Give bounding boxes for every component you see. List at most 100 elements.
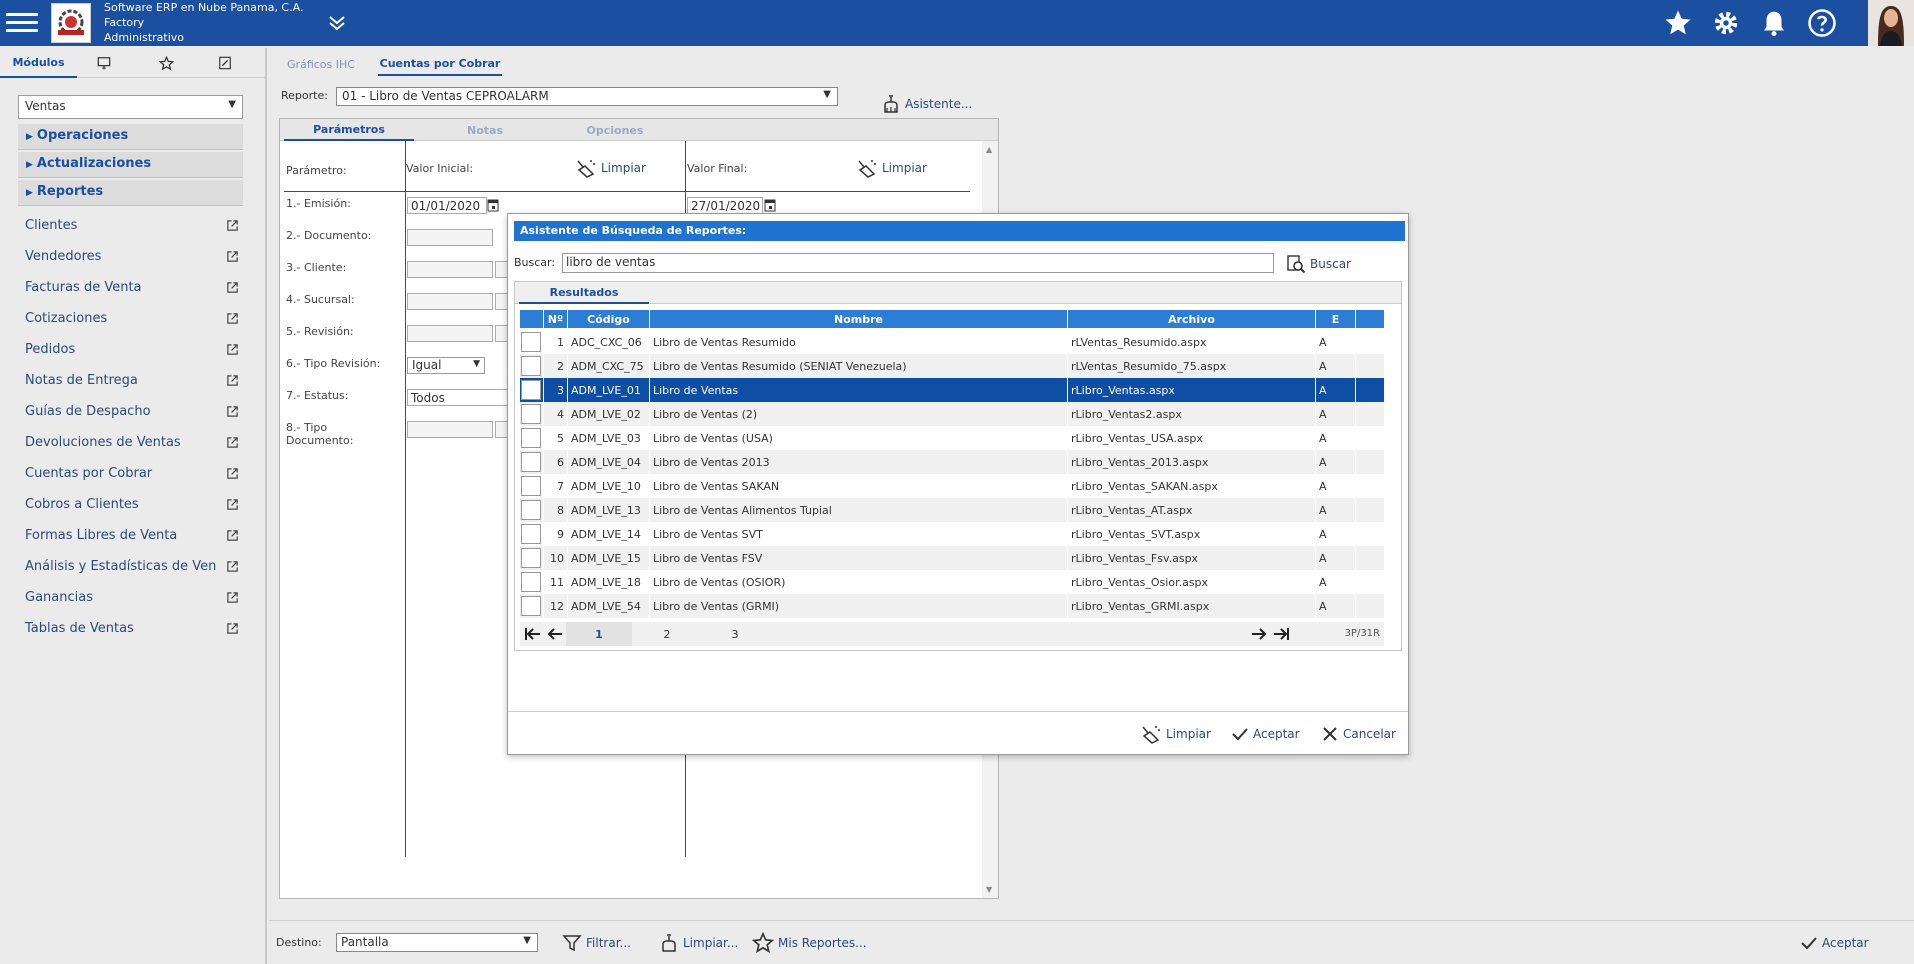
gear-icon[interactable] — [1709, 6, 1743, 40]
module-select[interactable]: Ventas ▼ — [18, 95, 243, 119]
cliente-inicial-input[interactable] — [407, 261, 493, 278]
nav-item[interactable]: Notas de Entrega — [25, 373, 245, 395]
row-checkbox[interactable] — [521, 524, 541, 544]
limpiar-final-button[interactable]: Limpiar — [856, 157, 927, 179]
section-operaciones[interactable]: ▶ Operaciones — [18, 124, 243, 150]
row-checkbox[interactable] — [521, 476, 541, 496]
table-row[interactable]: 6 ADM_LVE_04 Libro de Ventas 2013 rLibro_Ve… — [520, 450, 1384, 474]
external-link-icon[interactable] — [226, 405, 239, 422]
table-row[interactable]: 7 ADM_LVE_10 Libro de Ventas SAKAN rLibro_V… — [520, 474, 1384, 498]
section-reportes[interactable]: ▶ Reportes — [18, 180, 243, 206]
favorites-star-icon[interactable] — [146, 48, 186, 78]
last-page-icon[interactable] — [1270, 624, 1292, 644]
star-icon[interactable] — [1661, 6, 1695, 40]
nav-item[interactable]: Cotizaciones — [25, 311, 245, 333]
external-link-icon[interactable] — [226, 467, 239, 484]
row-checkbox[interactable] — [521, 572, 541, 592]
nav-item[interactable]: Clientes — [25, 218, 245, 240]
user-avatar[interactable] — [1868, 0, 1914, 46]
limpiar-all-button[interactable]: Limpiar... — [659, 931, 738, 955]
aceptar-main-button[interactable]: Aceptar — [1800, 931, 1869, 955]
external-link-icon[interactable] — [226, 312, 239, 329]
tab-parametros[interactable]: Parámetros — [284, 119, 414, 141]
page-3[interactable]: 3 — [702, 622, 768, 646]
nav-item[interactable]: Pedidos — [25, 342, 245, 364]
nav-item[interactable]: Devoluciones de Ventas — [25, 435, 245, 457]
tab-modulos[interactable]: Módulos — [0, 48, 77, 78]
header-archivo[interactable]: Archivo — [1068, 310, 1316, 328]
nav-item[interactable]: Tablas de Ventas — [25, 621, 245, 643]
external-link-icon[interactable] — [226, 250, 239, 267]
row-checkbox[interactable] — [521, 596, 541, 616]
nav-item[interactable]: Vendedores — [25, 249, 245, 271]
external-link-icon[interactable] — [226, 281, 239, 298]
scroll-down-icon[interactable]: ▼ — [986, 885, 992, 894]
row-checkbox[interactable] — [521, 404, 541, 424]
documento-inicial-input[interactable] — [407, 229, 493, 246]
header-n[interactable]: Nº — [544, 310, 568, 328]
row-checkbox[interactable] — [521, 548, 541, 568]
external-link-icon[interactable] — [226, 529, 239, 546]
dialog-aceptar-button[interactable]: Aceptar — [1231, 722, 1300, 746]
external-link-icon[interactable] — [226, 436, 239, 453]
help-icon[interactable] — [1805, 6, 1839, 40]
nav-item[interactable]: Facturas de Venta — [25, 280, 245, 302]
monitor-icon[interactable] — [84, 48, 124, 78]
sucursal-inicial-input[interactable] — [407, 293, 493, 310]
prev-page-icon[interactable] — [544, 624, 566, 644]
external-link-icon[interactable] — [226, 622, 239, 639]
external-link-icon[interactable] — [226, 343, 239, 360]
emision-inicial-input[interactable]: 01/01/2020 — [407, 197, 487, 214]
revision-inicial-input[interactable] — [407, 325, 493, 342]
tab-resultados[interactable]: Resultados — [519, 282, 649, 304]
external-link-icon[interactable] — [226, 591, 239, 608]
tab-cuentas-por-cobrar[interactable]: Cuentas por Cobrar — [378, 52, 502, 76]
asistente-button[interactable]: Asistente... — [881, 93, 972, 115]
table-row[interactable]: 10 ADM_LVE_15 Libro de Ventas FSV rLibro_Ve… — [520, 546, 1384, 570]
dialog-limpiar-button[interactable]: Limpiar — [1140, 722, 1211, 746]
destino-select[interactable]: Pantalla ▼ — [336, 933, 538, 952]
tab-notas[interactable]: Notas — [420, 119, 550, 141]
nav-item[interactable]: Ganancias — [25, 590, 245, 612]
limpiar-inicial-button[interactable]: Limpiar — [575, 157, 646, 179]
table-row[interactable]: 3 ADM_LVE_01 Libro de Ventas rLibro_Ventas.… — [520, 378, 1384, 402]
nav-item[interactable]: Formas Libres de Venta — [25, 528, 245, 550]
table-row[interactable]: 1 ADC_CXC_06 Libro de Ventas Resumido rLVen… — [520, 330, 1384, 354]
reporte-select[interactable]: 01 - Libro de Ventas CEPROALARM ▼ — [336, 87, 838, 106]
external-link-icon[interactable] — [226, 374, 239, 391]
external-link-icon[interactable] — [226, 560, 239, 577]
menu-icon[interactable] — [6, 8, 38, 38]
tab-opciones[interactable]: Opciones — [550, 119, 680, 141]
table-row[interactable]: 4 ADM_LVE_02 Libro de Ventas (2) rLibro_Ven… — [520, 402, 1384, 426]
section-actualizaciones[interactable]: ▶ Actualizaciones — [18, 152, 243, 178]
tipo-documento-inicial-input[interactable] — [407, 421, 493, 438]
header-e[interactable]: E — [1316, 310, 1356, 328]
emision-final-input[interactable]: 27/01/2020 — [687, 197, 763, 214]
bell-icon[interactable] — [1757, 6, 1791, 40]
buscar-button[interactable]: Buscar — [1286, 252, 1351, 276]
row-checkbox[interactable] — [521, 332, 541, 352]
first-page-icon[interactable] — [522, 624, 544, 644]
row-checkbox[interactable] — [521, 452, 541, 472]
nav-item[interactable]: Cobros a Clientes — [25, 497, 245, 519]
calendar-icon[interactable] — [487, 198, 499, 215]
filtrar-button[interactable]: Filtrar... — [562, 931, 631, 955]
nav-item[interactable]: Análisis y Estadísticas de Ven — [25, 559, 245, 581]
tipo-revision-select[interactable]: Igual ▼ — [407, 357, 485, 374]
page-2[interactable]: 2 — [634, 622, 700, 646]
table-row[interactable]: 5 ADM_LVE_03 Libro de Ventas (USA) rLibro_V… — [520, 426, 1384, 450]
row-checkbox[interactable] — [521, 500, 541, 520]
external-link-icon[interactable] — [226, 498, 239, 515]
row-checkbox[interactable] — [521, 428, 541, 448]
search-input[interactable]: libro de ventas — [562, 253, 1274, 273]
double-chevron-down-icon[interactable] — [324, 10, 350, 36]
next-page-icon[interactable] — [1248, 624, 1270, 644]
row-checkbox[interactable] — [521, 380, 541, 400]
external-link-icon[interactable] — [226, 219, 239, 236]
table-row[interactable]: 9 ADM_LVE_14 Libro de Ventas SVT rLibro_Ven… — [520, 522, 1384, 546]
nav-item[interactable]: Guías de Despacho — [25, 404, 245, 426]
nav-item[interactable]: Cuentas por Cobrar — [25, 466, 245, 488]
table-row[interactable]: 8 ADM_LVE_13 Libro de Ventas Alimentos Tup… — [520, 498, 1384, 522]
scroll-up-icon[interactable]: ▲ — [986, 145, 992, 154]
dialog-cancelar-button[interactable]: Cancelar — [1321, 722, 1396, 746]
